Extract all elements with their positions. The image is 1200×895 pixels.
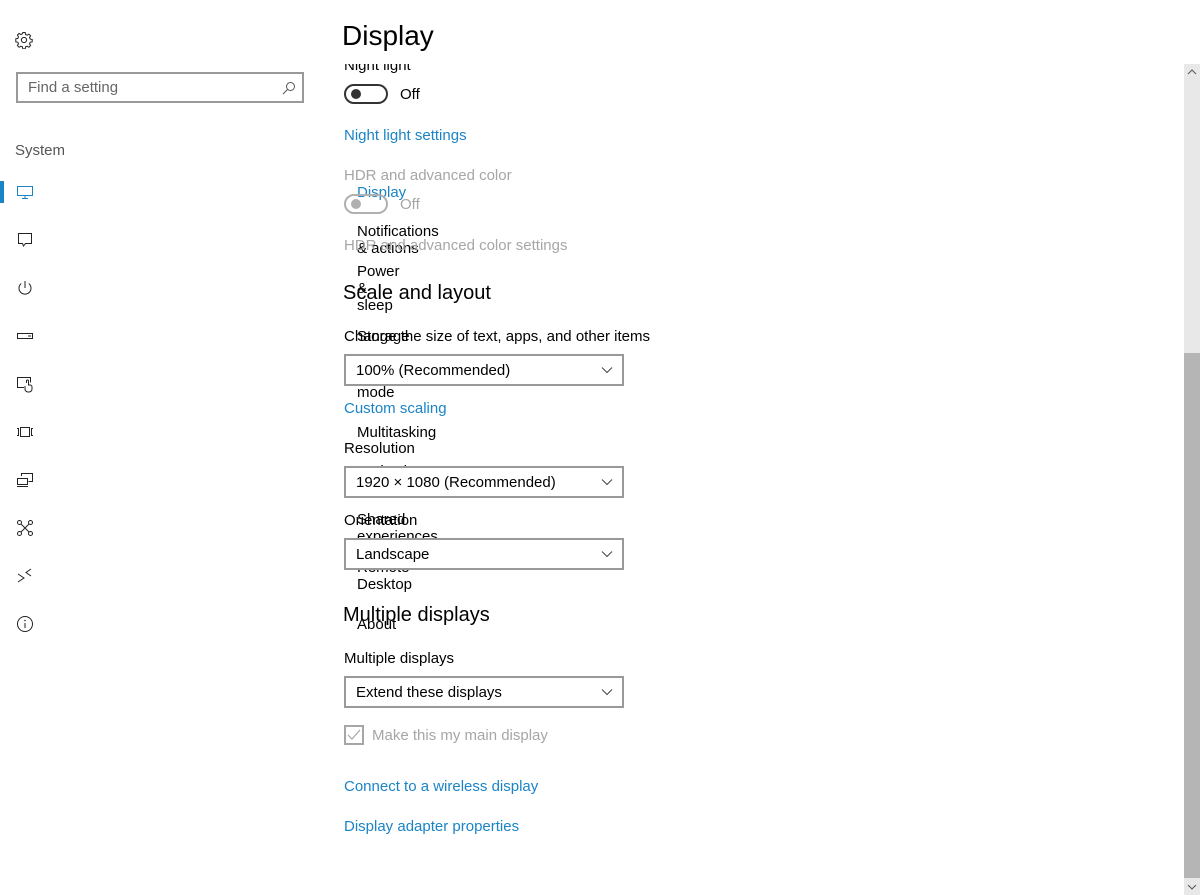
resolution-dropdown[interactable]: 1920 × 1080 (Recommended)	[344, 466, 624, 498]
scroll-down-button[interactable]	[1184, 879, 1200, 895]
connect-wireless-display-link[interactable]: Connect to a wireless display	[344, 778, 538, 795]
multiple-displays-dropdown[interactable]: Extend these displays	[344, 676, 624, 708]
checkmark-icon	[347, 729, 361, 740]
scale-layout-heading: Scale and layout	[343, 282, 491, 304]
orientation-label: Orientation	[344, 512, 418, 529]
main-content: Display Night light Off Night light sett…	[0, 0, 1184, 895]
resolution-dropdown-value: 1920 × 1080 (Recommended)	[356, 473, 556, 491]
main-display-checkbox-row: Make this my main display	[344, 725, 548, 745]
chevron-up-icon	[1187, 69, 1197, 75]
hdr-label: HDR and advanced color	[344, 167, 512, 184]
main-display-checkbox[interactable]	[344, 725, 364, 745]
multiple-displays-heading: Multiple displays	[343, 604, 490, 626]
hdr-settings-link[interactable]: HDR and advanced color settings	[344, 237, 567, 254]
main-display-checkbox-label: Make this my main display	[372, 726, 548, 744]
night-light-toggle-row: Off	[344, 84, 420, 104]
chevron-down-icon	[592, 366, 622, 374]
page-title: Display	[342, 20, 442, 52]
size-label: Change the size of text, apps, and other…	[344, 328, 651, 345]
custom-scaling-link[interactable]: Custom scaling	[344, 400, 447, 417]
night-light-state: Off	[400, 85, 420, 103]
multiple-displays-dropdown-value: Extend these displays	[356, 683, 502, 701]
hdr-toggle-row: Off	[344, 194, 420, 214]
chevron-down-icon	[592, 478, 622, 486]
night-light-settings-link[interactable]: Night light settings	[344, 127, 467, 144]
chevron-down-icon	[1187, 884, 1197, 890]
scroll-up-button[interactable]	[1184, 64, 1200, 80]
scale-dropdown-value: 100% (Recommended)	[356, 361, 511, 379]
orientation-dropdown-value: Landscape	[356, 545, 430, 563]
title-bar-background	[330, 0, 1184, 64]
orientation-dropdown[interactable]: Landscape	[344, 538, 624, 570]
chevron-down-icon	[592, 550, 622, 558]
vertical-scrollbar[interactable]	[1184, 64, 1200, 895]
chevron-down-icon	[592, 688, 622, 696]
night-light-toggle[interactable]	[344, 84, 388, 104]
multiple-displays-label: Multiple displays	[344, 650, 455, 667]
toggle-knob	[351, 199, 361, 209]
scale-dropdown[interactable]: 100% (Recommended)	[344, 354, 624, 386]
toggle-knob	[351, 89, 361, 99]
hdr-state: Off	[400, 195, 420, 213]
display-adapter-properties-link[interactable]: Display adapter properties	[344, 818, 519, 835]
scroll-thumb[interactable]	[1184, 353, 1200, 878]
hdr-toggle[interactable]	[344, 194, 388, 214]
resolution-label: Resolution	[344, 440, 415, 457]
